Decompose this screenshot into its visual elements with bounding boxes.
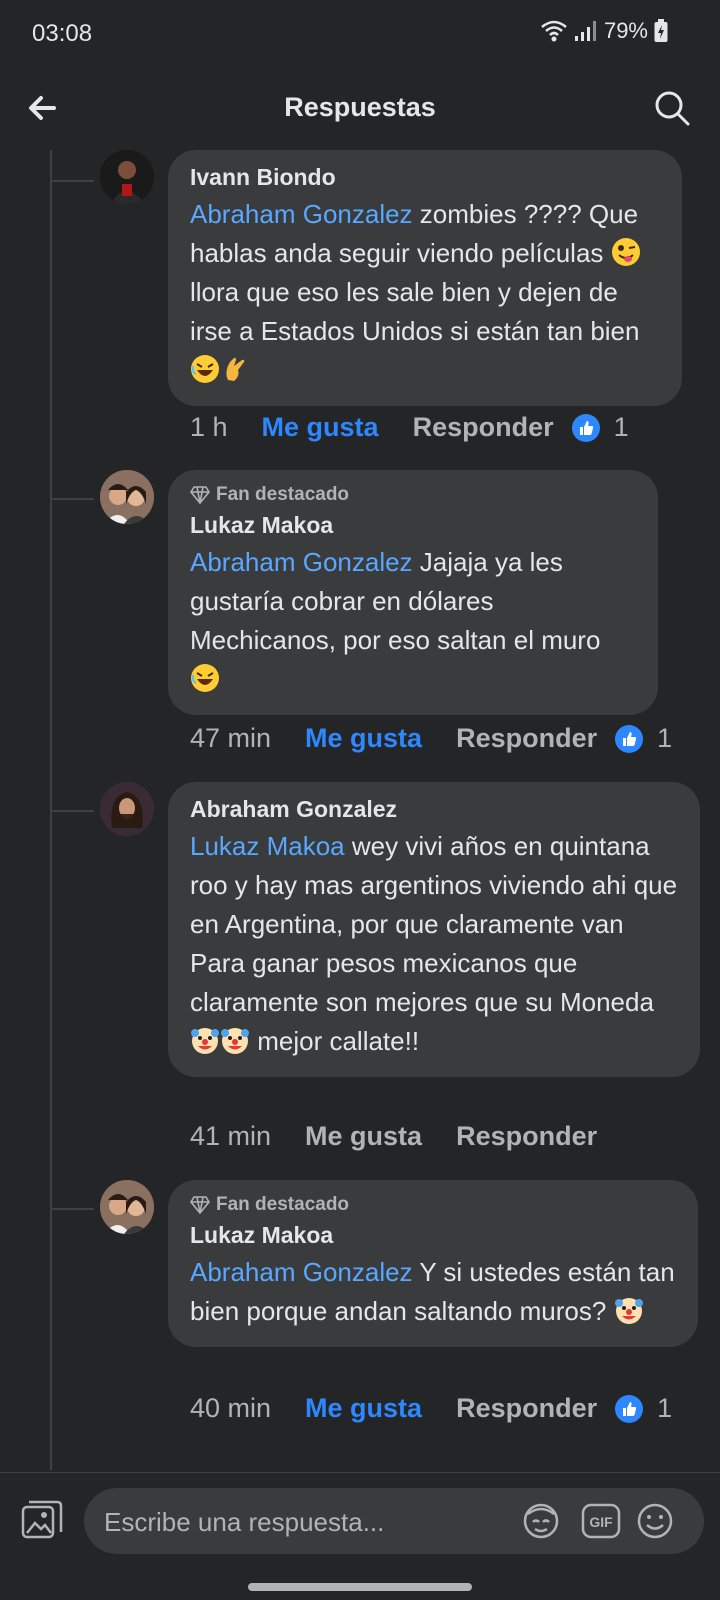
comment-author[interactable]: Lukaz Makoa	[190, 1222, 676, 1249]
comment-bubble: Fan destacado Lukaz Makoa Abraham Gonzal…	[168, 470, 658, 715]
diamond-icon	[190, 486, 210, 504]
emoji-icon[interactable]	[634, 1500, 676, 1542]
fan-badge: Fan destacado	[190, 1194, 676, 1216]
gif-icon[interactable]: GIF	[580, 1500, 622, 1542]
reply-composer: Escribe una respuesta... GIF	[0, 1472, 720, 1565]
reaction-summary[interactable]: 1	[615, 723, 672, 754]
comment-text: Abraham Gonzalez Y si ustedes están tan …	[190, 1253, 676, 1331]
avatar-sticker-icon[interactable]	[520, 1500, 562, 1542]
mention-link[interactable]: Abraham Gonzalez	[190, 199, 413, 229]
like-button[interactable]: Me gusta	[305, 1393, 422, 1424]
rolling-laughing-emoji-icon	[191, 355, 219, 383]
mention-link[interactable]: Abraham Gonzalez	[190, 547, 413, 577]
clown-face-emoji-icon	[221, 1028, 249, 1054]
comment-author[interactable]: Abraham Gonzalez	[190, 796, 678, 823]
battery-percent: 79%	[603, 18, 648, 43]
comment-bubble: Ivann Biondo Abraham Gonzalez zombies ??…	[168, 150, 682, 406]
comment-bubble: Fan destacado Lukaz Makoa Abraham Gonzal…	[168, 1180, 698, 1347]
reaction-summary[interactable]: 1	[571, 412, 629, 443]
reply-button[interactable]: Responder	[456, 723, 597, 754]
top-bar: Respuestas	[0, 68, 720, 148]
thread-branch	[52, 498, 94, 500]
like-button[interactable]: Me gusta	[262, 412, 379, 443]
comment-text: Abraham Gonzalez zombies ???? Que hablas…	[190, 195, 660, 390]
signal-icon	[574, 21, 596, 41]
avatar[interactable]	[100, 150, 154, 204]
avatar[interactable]	[100, 782, 154, 836]
winking-tongue-emoji-icon	[611, 238, 640, 266]
status-icons: 79%	[540, 18, 668, 44]
comment-author[interactable]: Ivann Biondo	[190, 164, 660, 191]
reply-button[interactable]: Responder	[456, 1121, 597, 1152]
thumbs-up-icon	[571, 413, 600, 442]
comment-actions: 1 h Me gusta Responder 1	[190, 412, 629, 443]
comment-text: Lukaz Makoa wey vivi años en quintana ro…	[190, 827, 678, 1061]
system-nav-bar	[0, 1564, 720, 1600]
comment-bubble: Abraham Gonzalez Lukaz Makoa wey vivi añ…	[168, 782, 700, 1077]
avatar[interactable]	[100, 470, 154, 524]
reply-input[interactable]: Escribe una respuesta... GIF	[84, 1488, 704, 1554]
comment-actions: 41 min Me gusta Responder	[190, 1121, 615, 1152]
mention-link[interactable]: Lukaz Makoa	[190, 831, 345, 861]
rolling-laughing-emoji-icon	[191, 664, 219, 692]
clown-face-emoji-icon	[191, 1028, 219, 1054]
svg-text:GIF: GIF	[589, 1514, 613, 1530]
comment-time: 47 min	[190, 723, 272, 753]
comment-actions: 47 min Me gusta Responder 1	[190, 723, 672, 754]
thread-branch	[52, 1208, 94, 1210]
avatar[interactable]	[100, 1180, 154, 1234]
comment-body: mejor callate!!	[250, 1026, 420, 1056]
wifi-icon	[541, 20, 567, 42]
status-time: 03:08	[32, 20, 93, 47]
battery-icon	[654, 19, 668, 42]
comment-actions: 40 min Me gusta Responder 1	[190, 1393, 672, 1424]
page-title: Respuestas	[284, 92, 436, 122]
comment-time: 1 h	[190, 412, 228, 442]
clown-face-emoji-icon	[614, 1298, 643, 1324]
comment-time: 41 min	[190, 1121, 272, 1151]
like-button[interactable]: Me gusta	[305, 723, 422, 754]
clapping-hand-emoji-icon	[226, 357, 245, 381]
fan-badge-label: Fan destacado	[216, 1194, 350, 1215]
reaction-count: 1	[657, 723, 673, 753]
home-gesture-handle[interactable]	[248, 1583, 472, 1591]
comment-text: Abraham Gonzalez Jajaja ya les gustaría …	[190, 543, 636, 699]
reaction-summary[interactable]: 1	[615, 1393, 672, 1424]
status-bar: 03:08 79%	[0, 0, 720, 68]
thumbs-up-icon	[615, 1394, 644, 1423]
comment-time: 40 min	[190, 1393, 272, 1423]
search-icon[interactable]	[652, 88, 692, 128]
reply-button[interactable]: Responder	[413, 412, 554, 443]
mention-link[interactable]: Abraham Gonzalez	[190, 1257, 413, 1287]
like-button[interactable]: Me gusta	[305, 1121, 422, 1152]
comment-author[interactable]: Lukaz Makoa	[190, 512, 636, 539]
fan-badge-label: Fan destacado	[216, 484, 350, 505]
diamond-icon	[190, 1196, 210, 1214]
thread-branch	[52, 180, 94, 182]
reaction-count: 1	[613, 412, 629, 442]
reaction-count: 1	[657, 1393, 673, 1423]
comment-body: llora que eso les sale bien y dejen de i…	[190, 277, 640, 346]
reply-button[interactable]: Responder	[456, 1393, 597, 1424]
reply-input-placeholder: Escribe una respuesta...	[104, 1507, 385, 1537]
photo-gallery-icon[interactable]	[20, 1499, 64, 1543]
thread-branch	[52, 810, 94, 812]
thumbs-up-icon	[615, 724, 644, 753]
fan-badge: Fan destacado	[190, 484, 636, 506]
